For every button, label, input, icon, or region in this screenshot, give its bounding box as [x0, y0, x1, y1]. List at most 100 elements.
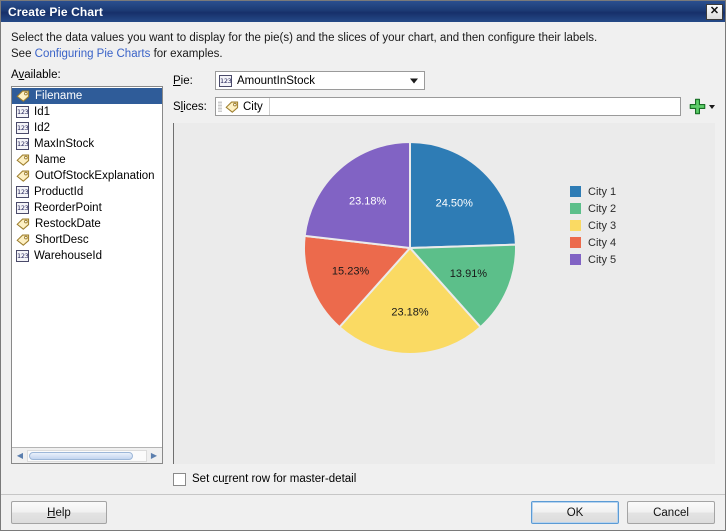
tag-icon — [16, 218, 30, 230]
master-detail-checkbox[interactable] — [173, 472, 186, 486]
scroll-right-icon[interactable]: ▶ — [147, 449, 161, 462]
chart-legend: City 1 City 2 City 3 City 4 City 5 — [570, 183, 616, 268]
available-panel: Available: Filename 123 Id1 123 Id2 123 MaxInS… — [11, 69, 163, 464]
list-item[interactable]: ShortDesc — [12, 232, 162, 248]
numeric-icon: 123 — [16, 138, 29, 150]
list-item[interactable]: Filename — [12, 88, 162, 104]
master-detail-label[interactable]: Set current row for master-detail — [192, 473, 356, 485]
list-item-label: ShortDesc — [35, 234, 89, 246]
close-icon[interactable]: ✕ — [706, 3, 723, 20]
tag-icon — [16, 154, 30, 166]
drag-handle-icon[interactable] — [218, 101, 222, 112]
pie-value: AmountInStock — [237, 74, 315, 87]
add-slice-button[interactable] — [689, 98, 715, 115]
legend-swatch — [570, 203, 581, 214]
list-item-label: ReorderPoint — [34, 202, 102, 214]
cancel-button[interactable]: Cancel — [627, 501, 715, 524]
legend-label: City 3 — [588, 219, 617, 232]
legend-swatch — [570, 254, 581, 265]
numeric-icon: 123 — [219, 74, 232, 87]
instruction-prefix: See — [11, 48, 35, 60]
legend-label: City 4 — [588, 236, 617, 249]
list-item[interactable]: Name — [12, 152, 162, 168]
help-button[interactable]: Help — [11, 501, 107, 524]
legend-swatch — [570, 186, 581, 197]
title-bar: Create Pie Chart ✕ — [1, 1, 725, 22]
list-item[interactable]: RestockDate — [12, 216, 162, 232]
list-item-label: WarehouseId — [34, 250, 102, 262]
scroll-left-icon[interactable]: ◀ — [13, 449, 27, 462]
list-item-label: Id1 — [34, 106, 50, 118]
list-item[interactable]: 123 MaxInStock — [12, 136, 162, 152]
ok-button[interactable]: OK — [531, 501, 619, 524]
list-item[interactable]: 123 ProductId — [12, 184, 162, 200]
instructions: Select the data values you want to displ… — [1, 22, 725, 66]
pie-row: Pie: 123 AmountInStock — [173, 70, 715, 91]
legend-row: City 5 — [570, 251, 616, 268]
legend-label: City 1 — [588, 185, 617, 198]
list-item[interactable]: 123 WarehouseId — [12, 248, 162, 264]
dialog-body: Available: Filename 123 Id1 123 Id2 123 MaxInS… — [1, 66, 725, 464]
configuring-pie-charts-link[interactable]: Configuring Pie Charts — [35, 48, 151, 60]
list-item-label: ProductId — [34, 186, 84, 198]
available-list[interactable]: Filename 123 Id1 123 Id2 123 MaxInStock Name Out… — [11, 86, 163, 464]
pie-slice-value-label: 23.18% — [391, 307, 429, 319]
field-rows: Pie: 123 AmountInStock Slices: City — [173, 69, 715, 122]
pie-slice-value-label: 23.18% — [349, 196, 387, 208]
instruction-line-1: Select the data values you want to displ… — [11, 32, 598, 44]
available-list-items: Filename 123 Id1 123 Id2 123 MaxInStock Name Out… — [12, 87, 162, 447]
legend-label: City 5 — [588, 253, 617, 266]
slices-row: Slices: City — [173, 96, 715, 117]
window-title: Create Pie Chart — [8, 4, 103, 19]
tag-icon — [16, 170, 30, 182]
legend-label: City 2 — [588, 202, 617, 215]
tag-icon — [225, 101, 239, 113]
slices-label: Slices: — [173, 100, 207, 113]
list-item[interactable]: 123 Id1 — [12, 104, 162, 120]
plus-icon — [689, 98, 706, 115]
tag-icon — [16, 90, 30, 102]
legend-swatch — [570, 237, 581, 248]
legend-swatch — [570, 220, 581, 231]
numeric-icon: 123 — [16, 106, 29, 118]
chart-config-panel: Pie: 123 AmountInStock Slices: City 24.5… — [173, 69, 715, 464]
chevron-down-icon[interactable] — [410, 78, 418, 83]
numeric-icon: 123 — [16, 250, 29, 262]
list-item-label: MaxInStock — [34, 138, 95, 150]
master-detail-row: Set current row for master-detail — [1, 464, 725, 494]
pie-chart-svg: 24.50% 13.91% 23.18% 15.23% 23.18% — [303, 140, 517, 355]
help-label: elp — [55, 506, 71, 519]
numeric-icon: 123 — [16, 186, 29, 198]
create-pie-chart-dialog: Create Pie Chart ✕ Select the data value… — [0, 0, 726, 531]
pie-chart: 24.50% 13.91% 23.18% 15.23% 23.18% City 1 Cit… — [174, 123, 715, 464]
list-item-label: Name — [35, 154, 66, 166]
instruction-suffix: for examples. — [150, 48, 223, 60]
slices-field[interactable]: City — [215, 97, 681, 116]
pie-slice[interactable] — [409, 140, 517, 250]
list-item[interactable]: OutOfStockExplanation — [12, 168, 162, 184]
pie-slice-value-label: 15.23% — [332, 266, 370, 278]
list-item-label: OutOfStockExplanation — [35, 170, 155, 182]
list-item-label: Id2 — [34, 122, 50, 134]
available-list-hscrollbar[interactable]: ◀ ▶ — [12, 447, 162, 463]
instruction-line-2: See Configuring Pie Charts for examples. — [11, 47, 715, 62]
slices-chip-city[interactable]: City — [216, 98, 270, 115]
tag-icon — [16, 234, 30, 246]
chart-preview-panel: 24.50% 13.91% 23.18% 15.23% 23.18% City 1 Cit… — [173, 123, 715, 464]
chevron-down-icon[interactable] — [709, 104, 715, 109]
scrollbar-thumb[interactable] — [29, 451, 133, 460]
scrollbar-track[interactable] — [27, 449, 147, 462]
pie-slice-value-label: 24.50% — [436, 197, 474, 209]
list-item[interactable]: 123 ReorderPoint — [12, 200, 162, 216]
legend-row: City 1 — [570, 183, 616, 200]
pie-label: Pie: — [173, 74, 193, 87]
legend-row: City 2 — [570, 200, 616, 217]
slices-chip-label: City — [243, 100, 263, 113]
list-item-label: RestockDate — [35, 218, 101, 230]
list-item-label: Filename — [35, 90, 83, 102]
legend-row: City 3 — [570, 217, 616, 234]
available-label: Available: — [11, 69, 61, 81]
pie-combobox[interactable]: 123 AmountInStock — [215, 71, 425, 90]
list-item[interactable]: 123 Id2 — [12, 120, 162, 136]
dialog-footer: Help OK Cancel — [1, 494, 725, 530]
